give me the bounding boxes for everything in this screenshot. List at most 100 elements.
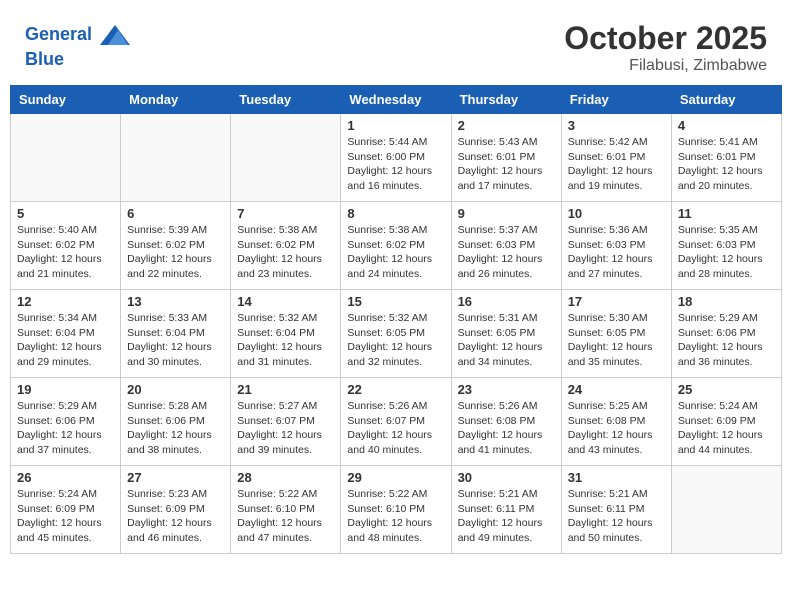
weekday-header-friday: Friday xyxy=(561,86,671,114)
day-info: Sunrise: 5:34 AM Sunset: 6:04 PM Dayligh… xyxy=(17,311,114,370)
calendar-cell: 17 Sunrise: 5:30 AM Sunset: 6:05 PM Dayli… xyxy=(561,290,671,378)
calendar-cell: 12Sunrise: 5:34 AM Sunset: 6:04 PM Dayli… xyxy=(11,290,121,378)
weekday-header-tuesday: Tuesday xyxy=(231,86,341,114)
day-number: 29 xyxy=(347,470,444,485)
calendar-cell: 6 Sunrise: 5:39 AM Sunset: 6:02 PM Daylig… xyxy=(121,202,231,290)
day-info: Sunrise: 5:38 AM Sunset: 6:02 PM Dayligh… xyxy=(237,223,334,282)
day-number: 16 xyxy=(458,294,555,309)
day-info: Sunrise: 5:22 AM Sunset: 6:10 PM Dayligh… xyxy=(347,487,444,546)
day-number: 4 xyxy=(678,118,775,133)
calendar-week-4: 19 Sunrise: 5:29 AM Sunset: 6:06 PM Dayli… xyxy=(11,378,782,466)
day-number: 18 xyxy=(678,294,775,309)
calendar-cell: 23Sunrise: 5:26 AM Sunset: 6:08 PM Dayli… xyxy=(451,378,561,466)
day-number: 5 xyxy=(17,206,114,221)
weekday-header-wednesday: Wednesday xyxy=(341,86,451,114)
day-number: 15 xyxy=(347,294,444,309)
calendar-cell: 20 Sunrise: 5:28 AM Sunset: 6:06 PM Dayli… xyxy=(121,378,231,466)
day-info: Sunrise: 5:44 AM Sunset: 6:00 PM Dayligh… xyxy=(347,135,444,194)
day-number: 30 xyxy=(458,470,555,485)
calendar-table: SundayMondayTuesdayWednesdayThursdayFrid… xyxy=(10,85,782,554)
title-block: October 2025 Filabusi, Zimbabwe xyxy=(564,20,767,75)
calendar-cell: 9Sunrise: 5:37 AM Sunset: 6:03 PM Daylig… xyxy=(451,202,561,290)
day-number: 17 xyxy=(568,294,665,309)
day-number: 3 xyxy=(568,118,665,133)
calendar-cell xyxy=(231,114,341,202)
weekday-header-row: SundayMondayTuesdayWednesdayThursdayFrid… xyxy=(11,86,782,114)
day-info: Sunrise: 5:24 AM Sunset: 6:09 PM Dayligh… xyxy=(678,399,775,458)
calendar-cell xyxy=(11,114,121,202)
calendar-cell: 27Sunrise: 5:23 AM Sunset: 6:09 PM Dayli… xyxy=(121,466,231,554)
weekday-header-thursday: Thursday xyxy=(451,86,561,114)
day-number: 26 xyxy=(17,470,114,485)
day-info: Sunrise: 5:40 AM Sunset: 6:02 PM Dayligh… xyxy=(17,223,114,282)
day-info: Sunrise: 5:24 AM Sunset: 6:09 PM Dayligh… xyxy=(17,487,114,546)
calendar-cell: 30 Sunrise: 5:21 AM Sunset: 6:11 PM Dayli… xyxy=(451,466,561,554)
day-number: 14 xyxy=(237,294,334,309)
day-number: 31 xyxy=(568,470,665,485)
calendar-cell: 18Sunrise: 5:29 AM Sunset: 6:06 PM Dayli… xyxy=(671,290,781,378)
day-info: Sunrise: 5:38 AM Sunset: 6:02 PM Dayligh… xyxy=(347,223,444,282)
month-title: October 2025 xyxy=(564,20,767,57)
calendar-cell: 13Sunrise: 5:33 AM Sunset: 6:04 PM Dayli… xyxy=(121,290,231,378)
day-number: 2 xyxy=(458,118,555,133)
calendar-cell: 28Sunrise: 5:22 AM Sunset: 6:10 PM Dayli… xyxy=(231,466,341,554)
day-number: 11 xyxy=(678,206,775,221)
day-number: 27 xyxy=(127,470,224,485)
day-info: Sunrise: 5:26 AM Sunset: 6:08 PM Dayligh… xyxy=(458,399,555,458)
calendar-cell: 10Sunrise: 5:36 AM Sunset: 6:03 PM Dayli… xyxy=(561,202,671,290)
logo-text: General xyxy=(25,20,130,50)
day-number: 21 xyxy=(237,382,334,397)
calendar-cell: 4Sunrise: 5:41 AM Sunset: 6:01 PM Daylig… xyxy=(671,114,781,202)
calendar-week-5: 26 Sunrise: 5:24 AM Sunset: 6:09 PM Dayli… xyxy=(11,466,782,554)
weekday-header-sunday: Sunday xyxy=(11,86,121,114)
day-info: Sunrise: 5:30 AM Sunset: 6:05 PM Dayligh… xyxy=(568,311,665,370)
day-info: Sunrise: 5:21 AM Sunset: 6:11 PM Dayligh… xyxy=(458,487,555,546)
day-info: Sunrise: 5:43 AM Sunset: 6:01 PM Dayligh… xyxy=(458,135,555,194)
calendar-cell: 21 Sunrise: 5:27 AM Sunset: 6:07 PM Dayli… xyxy=(231,378,341,466)
location: Filabusi, Zimbabwe xyxy=(564,57,767,75)
calendar-cell: 2 Sunrise: 5:43 AM Sunset: 6:01 PM Daylig… xyxy=(451,114,561,202)
day-info: Sunrise: 5:21 AM Sunset: 6:11 PM Dayligh… xyxy=(568,487,665,546)
calendar-cell: 22 Sunrise: 5:26 AM Sunset: 6:07 PM Dayli… xyxy=(341,378,451,466)
calendar-cell: 25Sunrise: 5:24 AM Sunset: 6:09 PM Dayli… xyxy=(671,378,781,466)
day-number: 13 xyxy=(127,294,224,309)
day-info: Sunrise: 5:32 AM Sunset: 6:04 PM Dayligh… xyxy=(237,311,334,370)
calendar-cell: 26 Sunrise: 5:24 AM Sunset: 6:09 PM Dayli… xyxy=(11,466,121,554)
weekday-header-saturday: Saturday xyxy=(671,86,781,114)
day-info: Sunrise: 5:31 AM Sunset: 6:05 PM Dayligh… xyxy=(458,311,555,370)
day-number: 6 xyxy=(127,206,224,221)
day-number: 1 xyxy=(347,118,444,133)
day-info: Sunrise: 5:42 AM Sunset: 6:01 PM Dayligh… xyxy=(568,135,665,194)
day-info: Sunrise: 5:28 AM Sunset: 6:06 PM Dayligh… xyxy=(127,399,224,458)
day-info: Sunrise: 5:37 AM Sunset: 6:03 PM Dayligh… xyxy=(458,223,555,282)
day-info: Sunrise: 5:27 AM Sunset: 6:07 PM Dayligh… xyxy=(237,399,334,458)
day-info: Sunrise: 5:29 AM Sunset: 6:06 PM Dayligh… xyxy=(17,399,114,458)
day-info: Sunrise: 5:26 AM Sunset: 6:07 PM Dayligh… xyxy=(347,399,444,458)
calendar-cell xyxy=(671,466,781,554)
day-info: Sunrise: 5:35 AM Sunset: 6:03 PM Dayligh… xyxy=(678,223,775,282)
calendar-week-2: 5 Sunrise: 5:40 AM Sunset: 6:02 PM Daylig… xyxy=(11,202,782,290)
logo: General Blue xyxy=(25,20,130,70)
calendar-cell: 3 Sunrise: 5:42 AM Sunset: 6:01 PM Daylig… xyxy=(561,114,671,202)
calendar-cell xyxy=(121,114,231,202)
calendar-cell: 14 Sunrise: 5:32 AM Sunset: 6:04 PM Dayli… xyxy=(231,290,341,378)
day-info: Sunrise: 5:32 AM Sunset: 6:05 PM Dayligh… xyxy=(347,311,444,370)
day-info: Sunrise: 5:22 AM Sunset: 6:10 PM Dayligh… xyxy=(237,487,334,546)
weekday-header-monday: Monday xyxy=(121,86,231,114)
calendar-week-1: 1 Sunrise: 5:44 AM Sunset: 6:00 PM Daylig… xyxy=(11,114,782,202)
day-number: 20 xyxy=(127,382,224,397)
calendar-cell: 11 Sunrise: 5:35 AM Sunset: 6:03 PM Dayli… xyxy=(671,202,781,290)
day-number: 10 xyxy=(568,206,665,221)
logo-blue: Blue xyxy=(25,50,130,70)
calendar-cell: 1 Sunrise: 5:44 AM Sunset: 6:00 PM Daylig… xyxy=(341,114,451,202)
calendar-cell: 16 Sunrise: 5:31 AM Sunset: 6:05 PM Dayli… xyxy=(451,290,561,378)
day-number: 24 xyxy=(568,382,665,397)
day-info: Sunrise: 5:39 AM Sunset: 6:02 PM Dayligh… xyxy=(127,223,224,282)
calendar-cell: 19 Sunrise: 5:29 AM Sunset: 6:06 PM Dayli… xyxy=(11,378,121,466)
day-number: 8 xyxy=(347,206,444,221)
calendar-cell: 29 Sunrise: 5:22 AM Sunset: 6:10 PM Dayli… xyxy=(341,466,451,554)
calendar-week-3: 12Sunrise: 5:34 AM Sunset: 6:04 PM Dayli… xyxy=(11,290,782,378)
day-number: 19 xyxy=(17,382,114,397)
calendar-cell: 31 Sunrise: 5:21 AM Sunset: 6:11 PM Dayli… xyxy=(561,466,671,554)
day-number: 22 xyxy=(347,382,444,397)
